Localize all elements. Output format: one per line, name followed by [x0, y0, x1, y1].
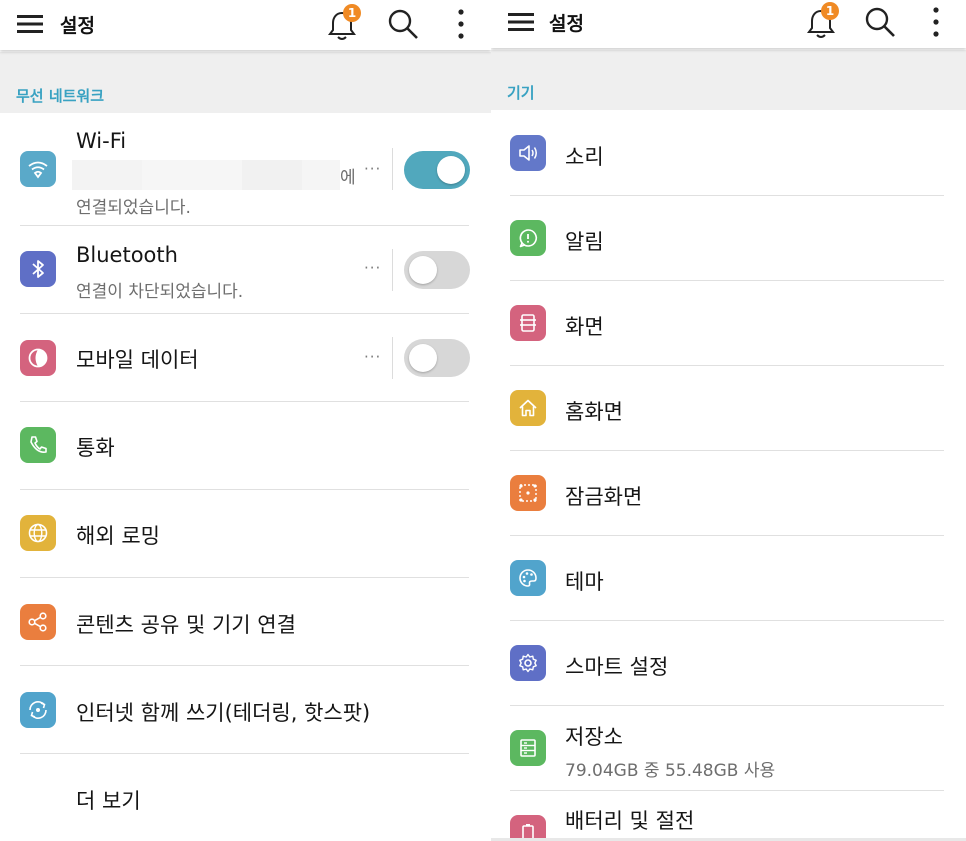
settings-panel-right: 설정 1 기기 소리 알림 화면 홈화면 잠금화면 테마 스마트 설정 저장소 …: [491, 0, 966, 841]
notification-bell-icon[interactable]: 1: [804, 2, 839, 44]
more-options-button[interactable]: ···: [364, 348, 381, 366]
wifi-icon: [20, 151, 56, 187]
settings-item-home-screen[interactable]: 홈화면: [491, 366, 966, 450]
section-header-device: 기기: [491, 50, 966, 110]
bluetooth-icon: [20, 251, 56, 287]
item-label: 알림: [565, 230, 604, 254]
more-options-button[interactable]: ···: [364, 259, 381, 277]
settings-item-roaming[interactable]: 해외 로밍: [0, 490, 491, 577]
settings-item-share[interactable]: 콘텐츠 공유 및 기기 연결: [0, 578, 491, 665]
settings-item-more[interactable]: 더 보기: [0, 754, 491, 841]
settings-item-mobile-data[interactable]: 모바일 데이터 ···: [0, 314, 491, 401]
item-label: 해외 로밍: [76, 524, 160, 548]
item-label: 홈화면: [565, 400, 623, 424]
section-header-wireless: 무선 네트워크: [0, 52, 491, 113]
item-label: 테마: [565, 570, 604, 594]
notification-bell-icon[interactable]: 1: [325, 4, 361, 46]
section-label: 무선 네트워크: [16, 87, 105, 105]
item-subtitle: 연결되었습니다.: [76, 198, 191, 218]
search-icon[interactable]: [386, 7, 420, 45]
tethering-icon: [20, 692, 56, 728]
item-label: 배터리 및 절전: [565, 809, 695, 833]
divider-vertical: [392, 249, 393, 291]
item-subtitle: 연결이 차단되었습니다.: [76, 282, 244, 302]
item-label: 스마트 설정: [565, 655, 669, 679]
settings-item-smart-settings[interactable]: 스마트 설정: [491, 621, 966, 705]
overflow-menu-icon[interactable]: [930, 6, 942, 42]
app-bar: 설정 1: [491, 0, 966, 48]
page-title: 설정: [549, 13, 584, 35]
page-title: 설정: [60, 15, 95, 37]
speaker-icon: [510, 135, 546, 171]
settings-item-bluetooth[interactable]: Bluetooth 연결이 차단되었습니다. ···: [0, 226, 491, 313]
menu-icon[interactable]: [16, 12, 44, 40]
settings-item-battery[interactable]: 배터리 및 절전: [491, 791, 966, 841]
phone-icon: [20, 427, 56, 463]
item-label: 모바일 데이터: [76, 348, 199, 372]
storage-icon: [510, 730, 546, 766]
mobile-data-toggle[interactable]: [404, 339, 470, 377]
palette-icon: [510, 560, 546, 596]
alert-icon: [510, 220, 546, 256]
app-bar: 설정 1: [0, 0, 491, 50]
item-label: 콘텐츠 공유 및 기기 연결: [76, 613, 296, 637]
item-label: Wi-Fi: [76, 129, 127, 153]
globe-icon: [20, 515, 56, 551]
settings-panel-left: 설정 1 무선 네트워크 Wi-Fi 에 연결되었습니다. ··· Blueto…: [0, 0, 491, 841]
settings-item-wifi[interactable]: Wi-Fi 에 연결되었습니다. ···: [0, 113, 491, 225]
notification-badge: 1: [343, 4, 361, 22]
display-icon: [510, 305, 546, 341]
settings-item-call[interactable]: 통화: [0, 402, 491, 489]
wifi-toggle[interactable]: [404, 151, 470, 189]
section-label: 기기: [507, 84, 535, 102]
item-label: Bluetooth: [76, 243, 178, 267]
search-icon[interactable]: [863, 5, 897, 43]
mobile-data-icon: [20, 340, 56, 376]
settings-item-theme[interactable]: 테마: [491, 536, 966, 620]
item-label: 화면: [565, 315, 604, 339]
lock-screen-icon: [510, 475, 546, 511]
ssid-redacted: [72, 160, 340, 190]
overflow-menu-icon[interactable]: [455, 8, 467, 44]
settings-item-notifications[interactable]: 알림: [491, 196, 966, 280]
item-subtitle: 79.04GB 중 55.48GB 사용: [565, 761, 776, 781]
settings-item-display[interactable]: 화면: [491, 281, 966, 365]
item-label: 저장소: [565, 725, 623, 749]
gear-icon: [510, 645, 546, 681]
item-subtitle-suffix: 에: [340, 168, 356, 188]
menu-icon[interactable]: [507, 10, 535, 38]
notification-badge: 1: [821, 2, 839, 20]
settings-item-lock-screen[interactable]: 잠금화면: [491, 451, 966, 535]
item-label: 인터넷 함께 쓰기(테더링, 핫스팟): [76, 701, 371, 725]
item-label: 소리: [565, 145, 604, 169]
home-icon: [510, 390, 546, 426]
item-label: 통화: [76, 436, 115, 460]
item-label: 잠금화면: [565, 485, 643, 509]
bluetooth-toggle[interactable]: [404, 251, 470, 289]
settings-item-sound[interactable]: 소리: [491, 111, 966, 195]
divider-vertical: [392, 148, 393, 190]
divider-vertical: [392, 337, 393, 379]
more-options-button[interactable]: ···: [364, 160, 381, 178]
settings-item-storage[interactable]: 저장소 79.04GB 중 55.48GB 사용: [491, 706, 966, 790]
settings-item-tethering[interactable]: 인터넷 함께 쓰기(테더링, 핫스팟): [0, 666, 491, 753]
share-icon: [20, 604, 56, 640]
item-label: 더 보기: [76, 789, 141, 813]
